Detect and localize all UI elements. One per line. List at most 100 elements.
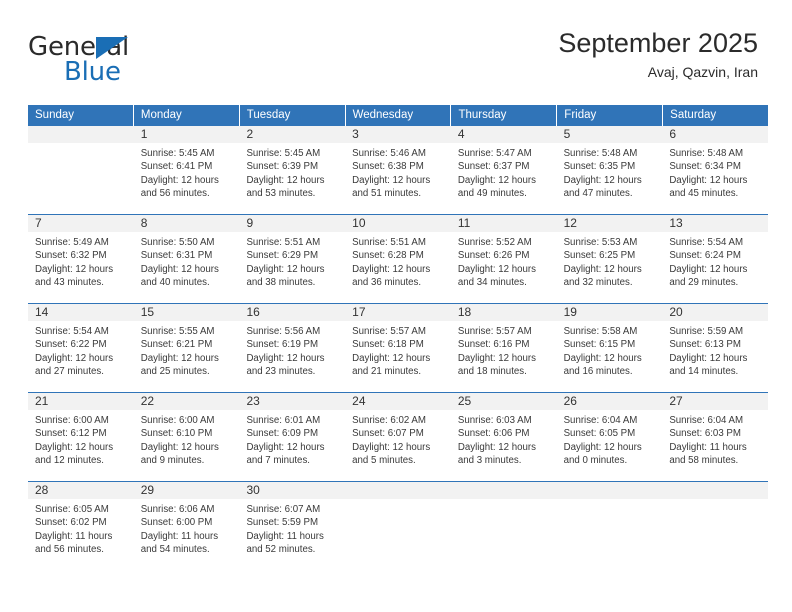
sunset-text: Sunset: 6:21 PM bbox=[140, 339, 213, 351]
day-number-band bbox=[556, 482, 663, 499]
day-cell[interactable]: 13 Sunrise: 5:54 AM Sunset: 6:24 PM Dayl… bbox=[662, 215, 769, 303]
day-cell[interactable]: 26 Sunrise: 6:04 AM Sunset: 6:05 PM Dayl… bbox=[556, 393, 663, 481]
day-cell[interactable]: 30 Sunrise: 6:07 AM Sunset: 5:59 PM Dayl… bbox=[239, 482, 346, 570]
day-cell[interactable]: 24 Sunrise: 6:02 AM Sunset: 6:07 PM Dayl… bbox=[345, 393, 451, 481]
daylight-text-line2: and 16 minutes. bbox=[563, 365, 633, 377]
sunrise-text: Sunrise: 5:51 AM bbox=[352, 237, 426, 248]
day-cell[interactable] bbox=[662, 482, 769, 570]
day-cell[interactable]: 7 Sunrise: 5:49 AM Sunset: 6:32 PM Dayli… bbox=[28, 215, 134, 303]
day-number: 8 bbox=[140, 216, 148, 230]
daylight-text-line1: Daylight: 12 hours bbox=[563, 352, 642, 364]
day-number: 28 bbox=[35, 483, 49, 497]
sunset-text: Sunset: 6:03 PM bbox=[669, 428, 741, 440]
day-cell[interactable]: 2 Sunrise: 5:45 AM Sunset: 6:39 PM Dayli… bbox=[239, 126, 346, 214]
week-row: 1 Sunrise: 5:45 AM Sunset: 6:41 PM Dayli… bbox=[28, 126, 769, 214]
daylight-text-line2: and 14 minutes. bbox=[669, 365, 739, 377]
day-cell[interactable]: 10 Sunrise: 5:51 AM Sunset: 6:28 PM Dayl… bbox=[345, 215, 451, 303]
logo-triangle-icon bbox=[96, 37, 128, 59]
sunrise-text: Sunrise: 5:58 AM bbox=[563, 326, 638, 337]
day-cell[interactable]: 8 Sunrise: 5:50 AM Sunset: 6:31 PM Dayli… bbox=[133, 215, 240, 303]
daylight-text-line2: and 56 minutes. bbox=[35, 543, 104, 555]
daylight-text-line2: and 43 minutes. bbox=[35, 276, 104, 288]
week-row: 28 Sunrise: 6:05 AM Sunset: 6:02 PM Dayl… bbox=[28, 481, 769, 570]
day-details: Sunrise: 5:53 AM Sunset: 6:25 PM Dayligh… bbox=[557, 232, 663, 289]
day-cell[interactable]: 1 Sunrise: 5:45 AM Sunset: 6:41 PM Dayli… bbox=[133, 126, 240, 214]
sunset-text: Sunset: 6:10 PM bbox=[140, 428, 213, 440]
day-cell[interactable]: 23 Sunrise: 6:01 AM Sunset: 6:09 PM Dayl… bbox=[239, 393, 346, 481]
day-cell[interactable]: 29 Sunrise: 6:06 AM Sunset: 6:00 PM Dayl… bbox=[133, 482, 240, 570]
day-cell[interactable]: 25 Sunrise: 6:03 AM Sunset: 6:06 PM Dayl… bbox=[450, 393, 557, 481]
day-number-band: 20 bbox=[662, 304, 769, 321]
day-number: 30 bbox=[246, 483, 260, 497]
weekday-header-wednesday: Wednesday bbox=[346, 105, 452, 126]
day-cell[interactable]: 5 Sunrise: 5:48 AM Sunset: 6:35 PM Dayli… bbox=[556, 126, 663, 214]
day-cell[interactable] bbox=[28, 126, 134, 214]
general-blue-logo[interactable]: General Blue bbox=[28, 32, 238, 94]
sunrise-text: Sunrise: 6:02 AM bbox=[352, 415, 426, 426]
daylight-text-line2: and 32 minutes. bbox=[563, 276, 633, 288]
day-number-band: 18 bbox=[450, 304, 557, 321]
day-details: Sunrise: 6:01 AM Sunset: 6:09 PM Dayligh… bbox=[239, 410, 345, 467]
day-number-band: 10 bbox=[345, 215, 451, 232]
sunrise-text: Sunrise: 6:05 AM bbox=[35, 504, 109, 515]
sunrise-text: Sunrise: 5:48 AM bbox=[563, 148, 638, 159]
day-cell[interactable]: 27 Sunrise: 6:04 AM Sunset: 6:03 PM Dayl… bbox=[662, 393, 769, 481]
day-cell[interactable]: 14 Sunrise: 5:54 AM Sunset: 6:22 PM Dayl… bbox=[28, 304, 134, 392]
sunrise-text: Sunrise: 5:57 AM bbox=[352, 326, 426, 337]
sunset-text: Sunset: 6:28 PM bbox=[352, 250, 424, 262]
day-cell[interactable]: 19 Sunrise: 5:58 AM Sunset: 6:15 PM Dayl… bbox=[556, 304, 663, 392]
day-number-band: 23 bbox=[239, 393, 346, 410]
day-cell[interactable]: 3 Sunrise: 5:46 AM Sunset: 6:38 PM Dayli… bbox=[345, 126, 451, 214]
day-details: Sunrise: 5:50 AM Sunset: 6:31 PM Dayligh… bbox=[134, 232, 240, 289]
daylight-text-line2: and 23 minutes. bbox=[246, 365, 316, 377]
sunrise-text: Sunrise: 5:52 AM bbox=[457, 237, 532, 248]
daylight-text-line1: Daylight: 12 hours bbox=[35, 441, 114, 453]
daylight-text-line1: Daylight: 11 hours bbox=[35, 530, 113, 542]
day-cell[interactable]: 9 Sunrise: 5:51 AM Sunset: 6:29 PM Dayli… bbox=[239, 215, 346, 303]
day-cell[interactable]: 18 Sunrise: 5:57 AM Sunset: 6:16 PM Dayl… bbox=[450, 304, 557, 392]
day-details: Sunrise: 5:47 AM Sunset: 6:37 PM Dayligh… bbox=[451, 143, 557, 200]
sunset-text: Sunset: 6:02 PM bbox=[35, 517, 107, 529]
daylight-text-line1: Daylight: 12 hours bbox=[563, 441, 642, 453]
day-details: Sunrise: 5:58 AM Sunset: 6:15 PM Dayligh… bbox=[557, 321, 663, 378]
day-number-band: 11 bbox=[450, 215, 557, 232]
day-cell[interactable]: 6 Sunrise: 5:48 AM Sunset: 6:34 PM Dayli… bbox=[662, 126, 769, 214]
day-cell[interactable]: 21 Sunrise: 6:00 AM Sunset: 6:12 PM Dayl… bbox=[28, 393, 134, 481]
day-details: Sunrise: 5:54 AM Sunset: 6:22 PM Dayligh… bbox=[28, 321, 134, 378]
sunset-text: Sunset: 6:41 PM bbox=[140, 161, 213, 173]
sunrise-text: Sunrise: 6:06 AM bbox=[140, 504, 215, 515]
daylight-text-line2: and 56 minutes. bbox=[140, 187, 210, 199]
day-cell[interactable]: 16 Sunrise: 5:56 AM Sunset: 6:19 PM Dayl… bbox=[239, 304, 346, 392]
day-number-band: 12 bbox=[556, 215, 663, 232]
day-number-band: 21 bbox=[28, 393, 134, 410]
day-number-band: 26 bbox=[556, 393, 663, 410]
day-details: Sunrise: 5:55 AM Sunset: 6:21 PM Dayligh… bbox=[134, 321, 240, 378]
day-details: Sunrise: 5:49 AM Sunset: 6:32 PM Dayligh… bbox=[28, 232, 134, 289]
day-cell[interactable] bbox=[556, 482, 663, 570]
day-cell[interactable]: 28 Sunrise: 6:05 AM Sunset: 6:02 PM Dayl… bbox=[28, 482, 134, 570]
day-number: 3 bbox=[352, 127, 359, 141]
day-cell[interactable]: 22 Sunrise: 6:00 AM Sunset: 6:10 PM Dayl… bbox=[133, 393, 240, 481]
day-cell[interactable]: 20 Sunrise: 5:59 AM Sunset: 6:13 PM Dayl… bbox=[662, 304, 769, 392]
day-cell[interactable]: 15 Sunrise: 5:55 AM Sunset: 6:21 PM Dayl… bbox=[133, 304, 240, 392]
day-cell[interactable] bbox=[450, 482, 557, 570]
sunrise-text: Sunrise: 5:56 AM bbox=[246, 326, 321, 337]
sunset-text: Sunset: 6:32 PM bbox=[35, 250, 107, 262]
sunset-text: Sunset: 6:38 PM bbox=[352, 161, 424, 173]
daylight-text-line2: and 49 minutes. bbox=[457, 187, 527, 199]
daylight-text-line1: Daylight: 11 hours bbox=[246, 530, 324, 542]
weekday-header-monday: Monday bbox=[134, 105, 240, 126]
day-cell[interactable]: 12 Sunrise: 5:53 AM Sunset: 6:25 PM Dayl… bbox=[556, 215, 663, 303]
day-cell[interactable]: 11 Sunrise: 5:52 AM Sunset: 6:26 PM Dayl… bbox=[450, 215, 557, 303]
day-number-band: 8 bbox=[133, 215, 240, 232]
sunrise-text: Sunrise: 5:47 AM bbox=[457, 148, 532, 159]
daylight-text-line1: Daylight: 12 hours bbox=[563, 263, 642, 275]
day-number: 11 bbox=[457, 216, 471, 230]
day-cell[interactable] bbox=[345, 482, 451, 570]
sunrise-text: Sunrise: 5:46 AM bbox=[352, 148, 426, 159]
day-cell[interactable]: 17 Sunrise: 5:57 AM Sunset: 6:18 PM Dayl… bbox=[345, 304, 451, 392]
day-number: 1 bbox=[140, 127, 148, 141]
day-cell[interactable]: 4 Sunrise: 5:47 AM Sunset: 6:37 PM Dayli… bbox=[450, 126, 557, 214]
sunset-text: Sunset: 6:00 PM bbox=[140, 517, 213, 529]
sunset-text: Sunset: 6:29 PM bbox=[246, 250, 319, 262]
